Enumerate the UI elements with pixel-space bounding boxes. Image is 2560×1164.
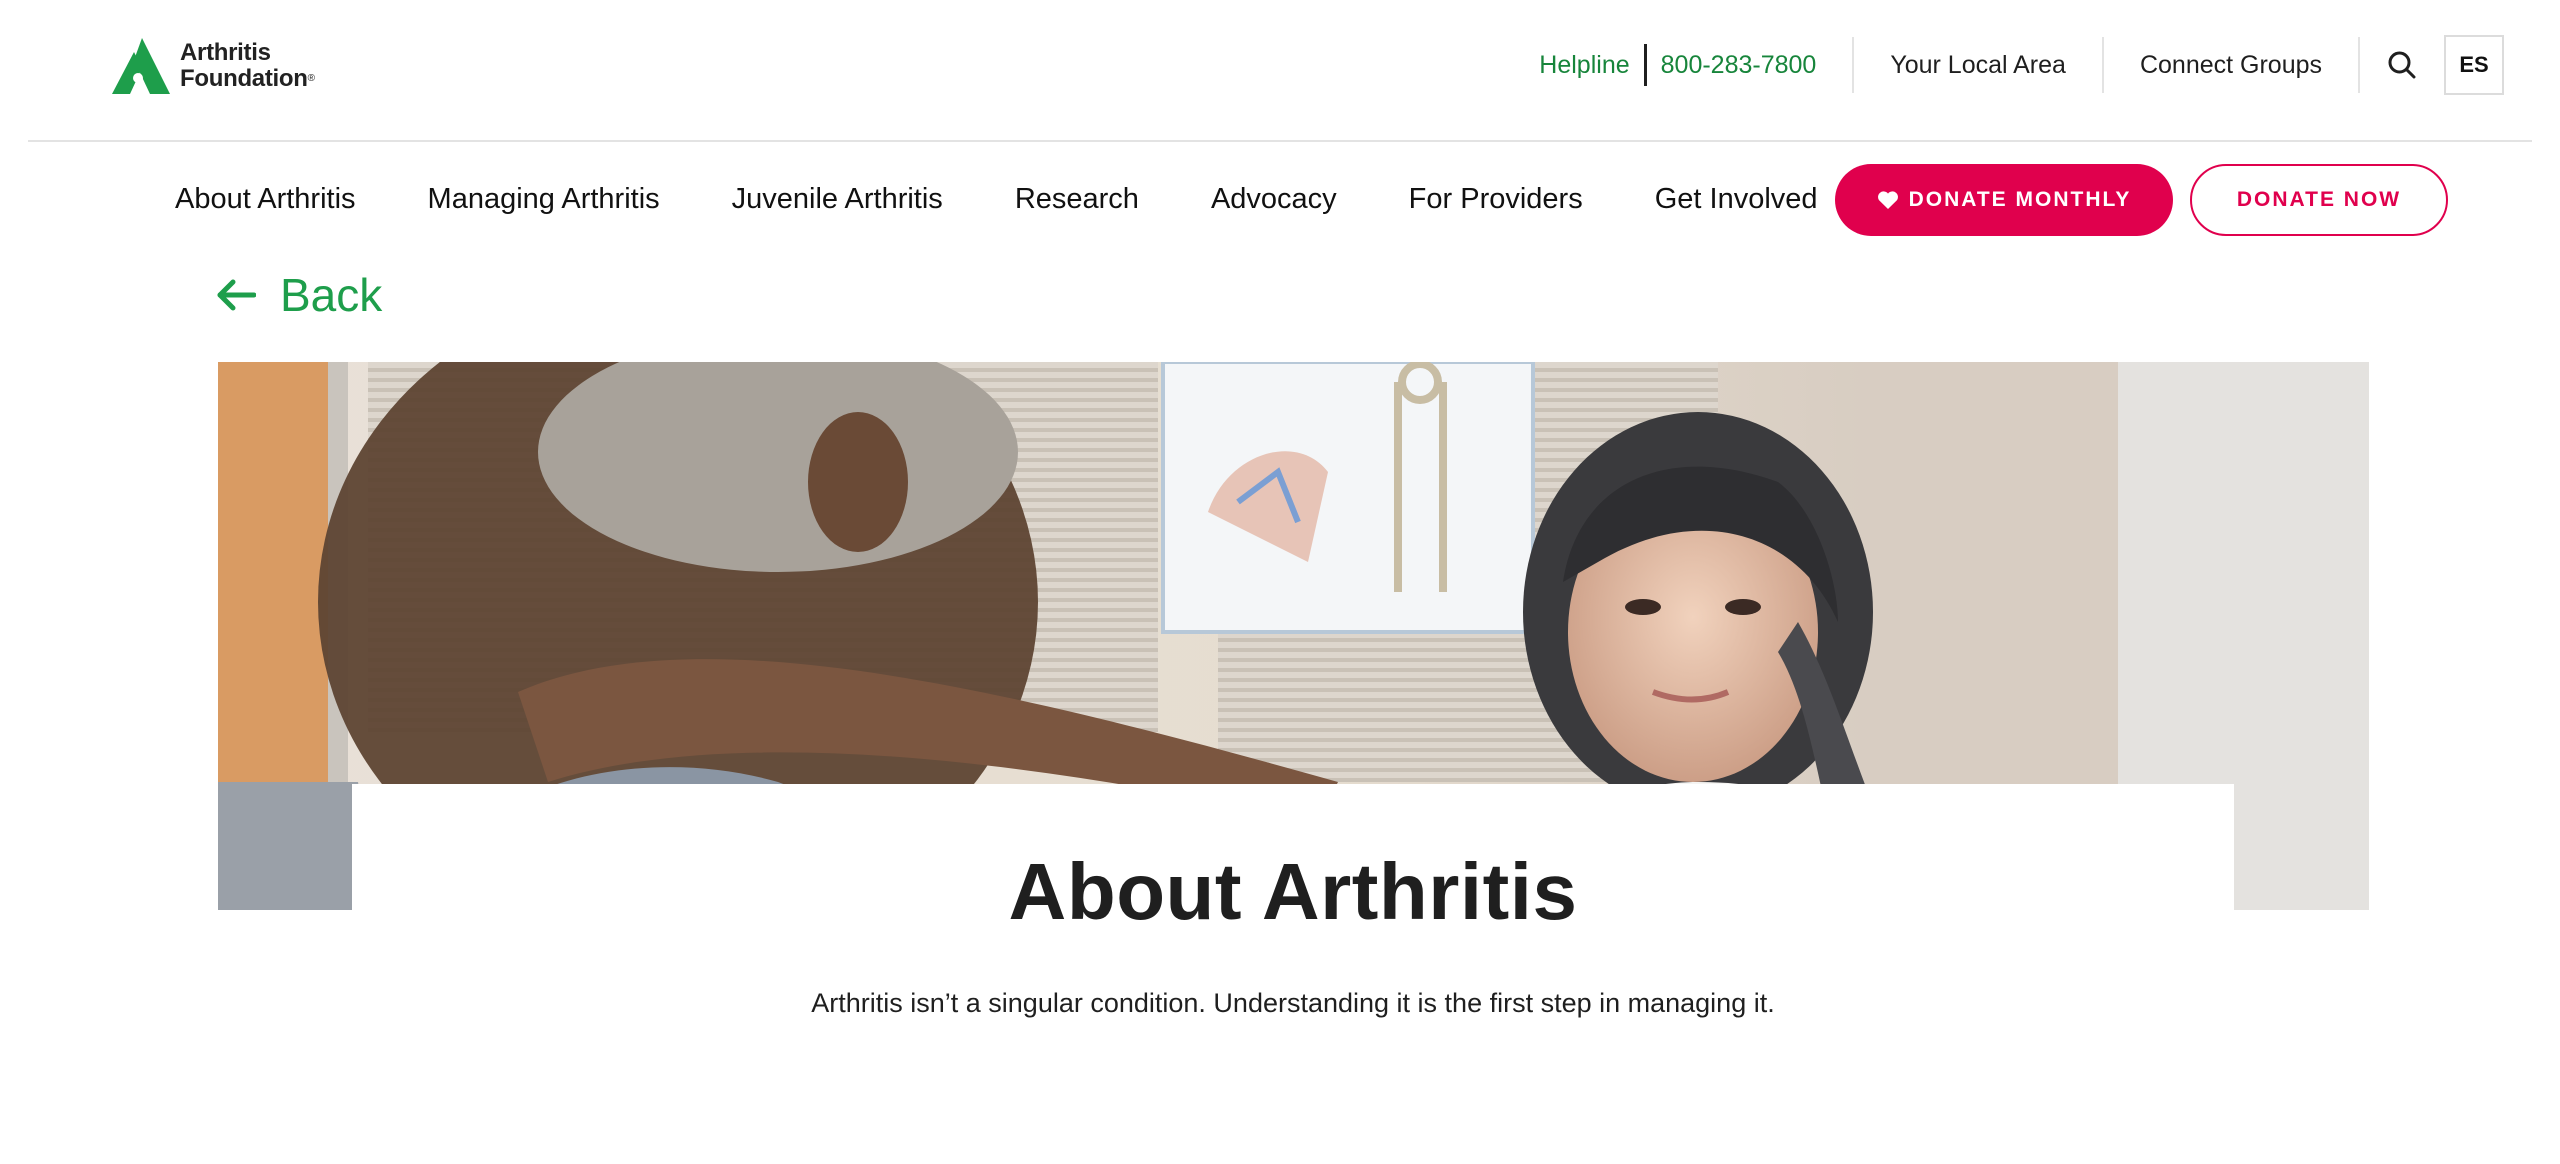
page-title: About Arthritis <box>1008 847 1578 936</box>
utility-bar: Arthritis Foundation® Helpline 800-283-7… <box>28 0 2532 142</box>
logo-line-1: Arthritis <box>180 39 271 66</box>
donate-monthly-button[interactable]: DONATE MONTHLY <box>1835 164 2173 236</box>
nav-item-advocacy[interactable]: Advocacy <box>1211 183 1337 216</box>
logo-line-2: Foundation <box>180 65 308 92</box>
connect-groups-link[interactable]: Connect Groups <box>2104 51 2358 80</box>
helpline-separator <box>1643 44 1647 86</box>
arthritis-foundation-logo[interactable]: Arthritis Foundation® <box>112 36 315 96</box>
donate-monthly-label: DONATE MONTHLY <box>1908 188 2132 211</box>
nav-item-about-arthritis[interactable]: About Arthritis <box>175 183 356 216</box>
language-toggle-button[interactable]: ES <box>2444 35 2504 95</box>
helpline-phone-link[interactable]: 800-283-7800 <box>1661 51 1817 80</box>
nav-item-research[interactable]: Research <box>1015 183 1139 216</box>
helpline: Helpline 800-283-7800 <box>1539 44 1852 86</box>
helpline-label: Helpline <box>1539 50 1630 79</box>
main-navigation: About Arthritis Managing Arthritis Juven… <box>0 144 2560 254</box>
nav-item-managing-arthritis[interactable]: Managing Arthritis <box>428 183 660 216</box>
heart-icon <box>1877 191 1898 209</box>
search-button[interactable] <box>2360 34 2444 96</box>
logo-text: Arthritis Foundation® <box>180 40 315 92</box>
page-subtitle: Arthritis isn’t a singular condition. Un… <box>811 988 1775 1018</box>
nav-items: About Arthritis Managing Arthritis Juven… <box>175 144 1890 254</box>
your-local-area-link[interactable]: Your Local Area <box>1854 51 2102 80</box>
utility-links: Helpline 800-283-7800 Your Local Area Co… <box>1539 34 2504 96</box>
search-icon <box>2388 51 2416 79</box>
logo-mark-icon <box>112 38 170 94</box>
registered-mark: ® <box>307 73 315 84</box>
donate-now-button[interactable]: DONATE NOW <box>2190 164 2448 236</box>
arrow-left-icon <box>217 279 256 311</box>
nav-item-for-providers[interactable]: For Providers <box>1409 183 1583 216</box>
nav-item-get-involved[interactable]: Get Involved <box>1655 183 1818 216</box>
nav-item-juvenile-arthritis[interactable]: Juvenile Arthritis <box>732 183 943 216</box>
back-link[interactable]: Back <box>216 262 382 328</box>
back-label: Back <box>280 269 383 321</box>
